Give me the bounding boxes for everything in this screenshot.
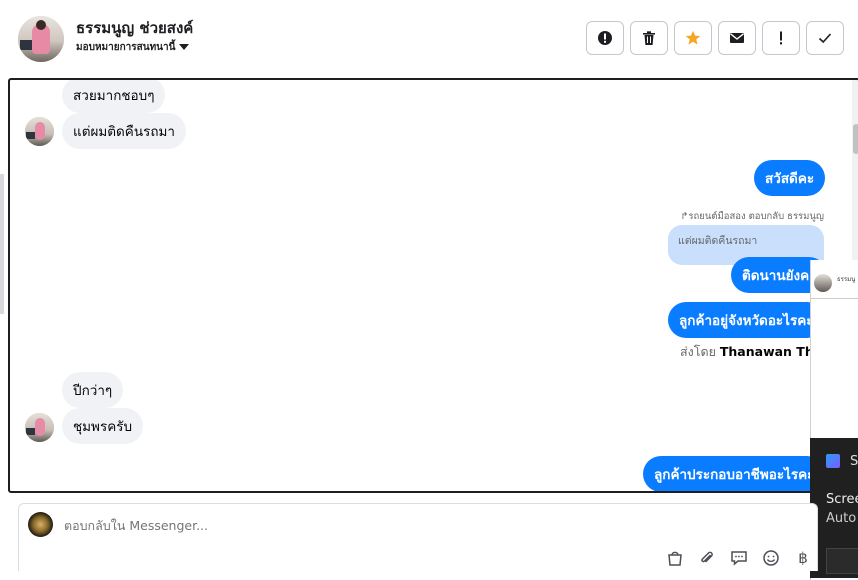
conversation-header: ธรรมนูญ ช่วยสงค์ มอบหมายการสนทนานี้	[0, 0, 858, 78]
sender-avatar	[25, 413, 54, 442]
report-spam-button[interactable]	[586, 21, 624, 55]
notification-title: S	[850, 454, 858, 469]
message-thread[interactable]: สวยมากชอบๆ แต่ผมติดคืนรถมา สวัสดีคะ ↱รถย…	[8, 78, 858, 493]
incoming-message: ปีกว่าๆ	[62, 372, 124, 408]
exclamation-icon	[780, 31, 782, 45]
bag-icon[interactable]	[665, 548, 685, 568]
incoming-message: ชุมพรครับ	[62, 408, 144, 444]
paperclip-icon[interactable]	[697, 548, 717, 568]
checkmark-icon	[818, 33, 832, 44]
baht-icon[interactable]: ฿	[793, 548, 813, 568]
follow-up-button[interactable]	[762, 21, 800, 55]
notification-line: Scree	[826, 492, 858, 507]
left-gutter	[0, 78, 8, 493]
overlay-card-name: ธรรมนู	[837, 276, 856, 283]
delete-button[interactable]	[630, 21, 668, 55]
sent-by-label: ส่งโดย Thanawan Thon	[680, 342, 831, 362]
emoji-icon[interactable]	[761, 548, 781, 568]
star-icon	[685, 30, 701, 45]
page-avatar	[28, 512, 53, 537]
composer-actions: ฿	[665, 548, 813, 568]
star-button[interactable]	[674, 21, 712, 55]
overlay-avatar	[814, 274, 832, 292]
sender-avatar	[25, 117, 54, 146]
mark-done-button[interactable]	[806, 21, 844, 55]
reply-input[interactable]	[64, 518, 664, 533]
chat-bubble-icon[interactable]	[729, 548, 749, 568]
incoming-message: สวยมากชอบๆ	[62, 80, 166, 113]
reply-composer: ฿	[18, 503, 818, 571]
snipping-tool-icon	[826, 454, 840, 468]
outgoing-message: ลูกค้าประกอบอาชีพอะไรคะ	[643, 456, 826, 491]
notification-line: Auto	[826, 511, 857, 526]
mark-unread-button[interactable]	[718, 21, 756, 55]
contact-avatar[interactable]	[18, 16, 64, 62]
trash-icon	[643, 31, 655, 45]
scrollbar-thumb[interactable]	[853, 124, 858, 154]
alert-icon	[598, 31, 612, 45]
caret-down-icon	[179, 44, 190, 50]
outgoing-message: ลูกค้าอยู่จังหวัดอะไรคะ	[668, 302, 825, 338]
outgoing-message: สวัสดีคะ	[754, 160, 826, 196]
sent-by-prefix: ส่งโดย	[680, 344, 716, 359]
contact-name[interactable]: ธรรมนูญ ช่วยสงค์	[76, 16, 193, 40]
incoming-message: แต่ผมติดคืนรถมา	[62, 113, 186, 149]
action-toolbar	[586, 21, 844, 55]
assign-label: มอบหมายการสนทนานี้	[76, 42, 176, 53]
notification-button[interactable]	[826, 548, 858, 574]
mail-icon	[730, 33, 744, 43]
assign-conversation-dropdown[interactable]: มอบหมายการสนทนานี้	[76, 40, 190, 55]
reply-note: ↱รถยนต์มือสอง ตอบกลับ ธรรมนูญ	[680, 211, 824, 222]
